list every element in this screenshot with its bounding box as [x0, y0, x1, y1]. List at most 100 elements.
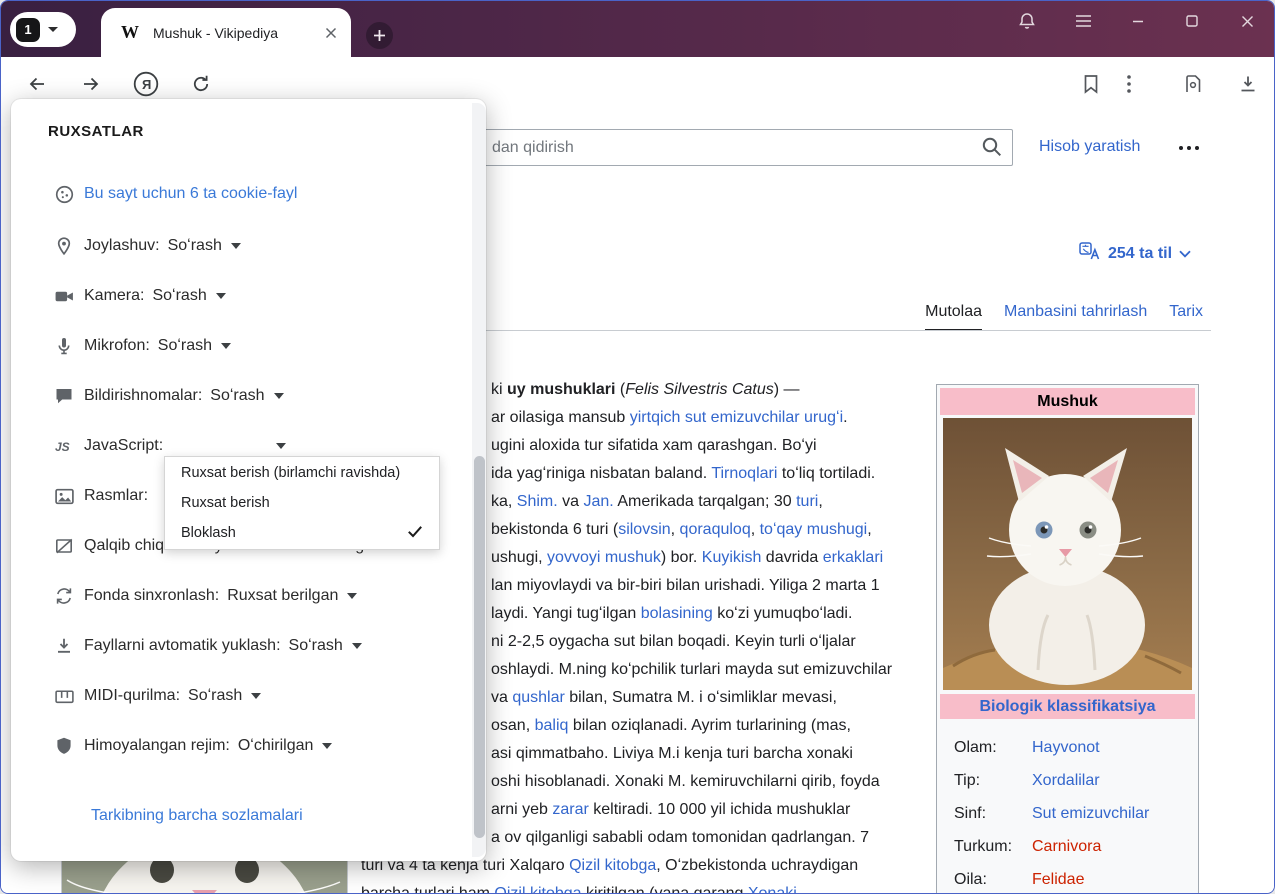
site-permissions-panel: RUXSATLAR Bu sayt uchun 6 ta cookie-fayl…	[11, 99, 486, 861]
permission-label: Joylashuv:	[84, 237, 160, 255]
article-link[interactable]: Tirnoqlari	[711, 465, 777, 482]
permission-value-dropdown[interactable]	[171, 443, 286, 449]
yandex-search-icon[interactable]: Я	[132, 70, 160, 98]
article-link[interactable]: Qizil kitobga	[569, 857, 656, 874]
dropdown-option-label: Ruxsat berish	[181, 495, 270, 511]
article-link[interactable]: qushlar	[512, 689, 564, 706]
permission-label: Bildirishnomalar:	[84, 387, 202, 405]
article-link[interactable]: Xonaki	[748, 885, 797, 894]
article-link[interactable]: Jan.	[584, 493, 614, 510]
infobox-value-link[interactable]: Carnivora	[1032, 838, 1101, 856]
create-account-link[interactable]: Hisob yaratish	[1039, 138, 1140, 156]
article-link[interactable]: toʻqay mushugi	[760, 521, 868, 538]
permission-value-dropdown[interactable]: Soʻrash	[289, 637, 362, 655]
tab-group-button[interactable]: 1	[10, 12, 76, 47]
minimize-button[interactable]	[1125, 8, 1151, 34]
article-link[interactable]: yovvoyi mushuk	[547, 549, 661, 566]
infobox-value-link[interactable]: Hayvonot	[1032, 739, 1100, 757]
infobox-value-link[interactable]: Xordalilar	[1032, 772, 1100, 790]
permission-value-dropdown[interactable]: Oʻchirilgan	[238, 737, 333, 755]
article-tabs: Mutolaa Manbasini tahrirlash Tarix	[361, 297, 1211, 331]
permission-row: Joylashuv: Soʻrash	[11, 221, 462, 271]
bookmark-icon[interactable]	[1077, 70, 1105, 98]
article-text-segment: uy mushuklari	[507, 381, 615, 398]
infobox-section-link[interactable]: Biologik klassifikatsiya	[940, 694, 1195, 719]
notification-icon	[53, 385, 75, 407]
article-text-segment: , Oʻzbekistonda uchraydigan	[656, 857, 858, 874]
article-link[interactable]: baliq	[535, 717, 569, 734]
dropdown-option[interactable]: Ruxsat berish	[165, 488, 439, 518]
article-text-segment: lan miyovlaydi va bir-biri bilan urishad…	[491, 577, 880, 594]
language-icon	[1079, 242, 1101, 265]
panel-scrollbar-thumb[interactable]	[474, 456, 485, 838]
permission-label: Fonda sinxronlash:	[84, 587, 219, 605]
permission-row: MIDI-qurilma: Soʻrash	[11, 671, 462, 721]
browser-tab[interactable]: W Mushuk - Vikipediya	[101, 8, 351, 57]
user-menu-icon[interactable]	[1179, 146, 1199, 150]
tab-edit-source[interactable]: Manbasini tahrirlash	[1004, 303, 1147, 321]
permission-value-dropdown[interactable]: Soʻrash	[158, 337, 231, 355]
tab-close-icon[interactable]	[325, 27, 337, 39]
reload-icon[interactable]	[187, 70, 215, 98]
new-tab-button[interactable]	[366, 22, 393, 49]
article-link[interactable]: bolasining	[641, 605, 713, 622]
shield-icon	[53, 735, 75, 757]
permission-row: Fonda sinxronlash: Ruxsat berilgan	[11, 571, 462, 621]
collections-icon[interactable]	[1179, 70, 1207, 98]
cookie-row: Bu sayt uchun 6 ta cookie-fayl	[53, 176, 297, 212]
back-icon[interactable]	[23, 70, 51, 98]
permission-value-dropdown[interactable]: Soʻrash	[210, 387, 283, 405]
article-text-segment: ki	[491, 381, 507, 398]
article-text: ki uy mushuklari (Felis Silvestris Catus…	[491, 376, 892, 852]
article-link[interactable]: Shim.	[517, 493, 558, 510]
tab-mutolaa[interactable]: Mutolaa	[925, 303, 982, 321]
article-line: barcha turlari ham Qizil kitobga kiritil…	[361, 880, 858, 894]
article-line: laydi. Yangi tugʻilgan bolasining koʻzi …	[491, 600, 892, 628]
infobox-value-link[interactable]: Sut emizuvchilar	[1032, 805, 1149, 823]
panel-scrollbar[interactable]	[472, 103, 486, 857]
forward-icon[interactable]	[77, 70, 105, 98]
permission-value-dropdown[interactable]: Soʻrash	[188, 687, 261, 705]
menu-icon[interactable]	[1070, 8, 1096, 34]
svg-text:JS: JS	[55, 440, 70, 454]
checkmark-icon	[407, 525, 423, 542]
article-link[interactable]: Kuyikish	[702, 549, 762, 566]
article-link[interactable]: turi	[796, 493, 818, 510]
search-input[interactable]	[431, 129, 1013, 166]
permission-value-dropdown[interactable]: Soʻrash	[152, 287, 225, 305]
article-link[interactable]: qoraquloq	[680, 521, 751, 538]
article-line: ka, Shim. va Jan. Amerikada tarqalgan; 3…	[491, 488, 892, 516]
maximize-button[interactable]	[1179, 8, 1205, 34]
article-text-segment: kiritilgan (yana qarang	[582, 885, 748, 894]
article-link[interactable]: zarar	[552, 801, 588, 818]
article-link[interactable]: yirtqich sut emizuvchilar urugʻi	[630, 409, 843, 426]
panel-title: RUXSATLAR	[48, 123, 144, 140]
permission-value-dropdown[interactable]: Soʻrash	[168, 237, 241, 255]
tab-history[interactable]: Tarix	[1169, 303, 1203, 321]
content-settings-link[interactable]: Tarkibning barcha sozlamalari	[91, 807, 303, 825]
article-link[interactable]: erkaklari	[823, 549, 883, 566]
infobox-value-link[interactable]: Felidae	[1032, 871, 1084, 889]
language-selector[interactable]: 254 ta til	[1079, 242, 1191, 265]
dropdown-option[interactable]: Ruxsat berish (birlamchi ravishda)	[165, 458, 439, 488]
titlebar: 1 W Mushuk - Vikipediya	[1, 1, 1274, 57]
article-text-segment: osan,	[491, 717, 535, 734]
article-text-segment: (	[615, 381, 625, 398]
kitten-photo[interactable]	[943, 418, 1192, 690]
downloads-icon[interactable]	[1234, 70, 1262, 98]
notifications-icon[interactable]	[1014, 8, 1040, 34]
permission-label: MIDI-qurilma:	[84, 687, 180, 705]
article-text-segment: oshi hisoblanadi. Xonaki M. kemiruvchila…	[491, 773, 880, 790]
permission-label: Mikrofon:	[84, 337, 150, 355]
article-text-segment: Felis Silvestris Catus	[625, 381, 773, 398]
search-icon[interactable]	[981, 136, 1003, 158]
close-button[interactable]	[1234, 8, 1260, 34]
permission-value-dropdown[interactable]: Ruxsat berilgan	[227, 587, 357, 605]
article-link[interactable]: Qizil kitobga	[494, 885, 581, 894]
kebab-menu-icon[interactable]	[1115, 70, 1143, 98]
permission-label: Fayllarni avtomatik yuklash:	[84, 637, 281, 655]
dropdown-option[interactable]: Bloklash	[165, 518, 439, 548]
cookies-link[interactable]: Bu sayt uchun 6 ta cookie-fayl	[84, 185, 297, 203]
article-line: a ov qilganligi sababli odam tomonidan q…	[491, 824, 892, 852]
article-link[interactable]: silovsin	[618, 521, 670, 538]
